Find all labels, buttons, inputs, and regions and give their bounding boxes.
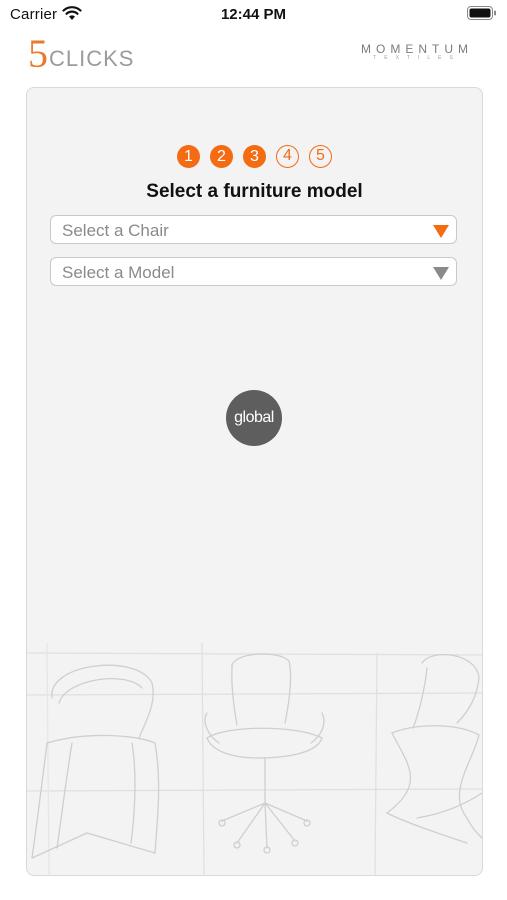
logo-word: CLICKS [49,46,135,71]
page-title: Select a furniture model [146,181,363,202]
step-2[interactable]: 2 [210,145,233,168]
5clicks-logo: 5 CLICKS [28,30,134,74]
chair-select-placeholder: Select a Chair [62,221,169,240]
momentum-textiles-logo: MOMENTUM TEXTILES [361,42,473,61]
chair-sketches-illustration [27,643,482,875]
clock: 12:44 PM [220,6,287,23]
battery-icon [467,6,496,20]
status-bar: Carrier 12:44 PM [0,0,507,28]
step-5[interactable]: 5 [309,145,332,168]
momentum-word: MOMENTUM [361,42,473,56]
app-header: 5 CLICKS MOMENTUM TEXTILES [0,28,507,78]
step-4[interactable]: 4 [276,145,299,168]
step-3[interactable]: 3 [243,145,266,168]
wizard-card: 1 2 3 4 5 Select a furniture model Selec… [26,87,483,876]
logo-digit: 5 [28,31,48,76]
model-select[interactable]: Select a Model [50,257,457,286]
chevron-down-icon [433,267,449,280]
momentum-subword: TEXTILES [373,55,461,61]
global-brand-badge[interactable]: global [226,390,282,446]
model-select-placeholder: Select a Model [62,263,175,282]
chair-select[interactable]: Select a Chair [50,215,457,244]
chevron-down-icon [433,225,449,238]
step-1[interactable]: 1 [177,145,200,168]
step-indicator: 1 2 3 4 5 [27,145,482,168]
